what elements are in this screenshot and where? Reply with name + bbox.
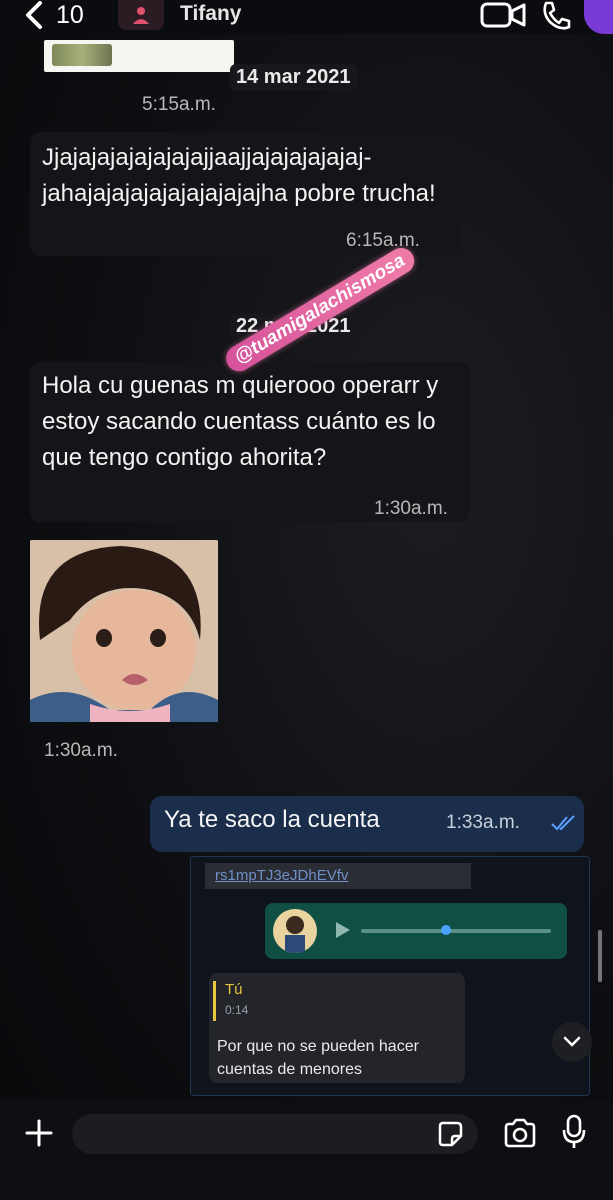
message-text: Ya te saco la cuenta <box>164 806 380 833</box>
chat-header: 10 Tifany <box>0 0 613 34</box>
message-time: 1:30a.m. <box>374 498 448 519</box>
quote-author: Tú <box>225 981 243 998</box>
plus-icon[interactable] <box>24 1118 54 1148</box>
scrollbar-thumb[interactable] <box>598 930 602 982</box>
chevron-down-icon <box>563 1036 581 1047</box>
voice-note-avatar <box>273 909 317 953</box>
audio-progress-dot <box>441 925 451 935</box>
embedded-screenshot[interactable]: rs1mpTJ3eJDhEVfv Tú 0:14 Por que no se p… <box>190 856 590 1096</box>
message-time: 6:15a.m. <box>346 230 420 251</box>
play-icon <box>336 922 350 938</box>
overlay-decoration <box>584 0 613 34</box>
message-time: 5:15a.m. <box>142 94 216 115</box>
voice-note <box>265 903 567 959</box>
quoted-message: Tú 0:14 Por que no se pueden hacer cuent… <box>209 973 465 1083</box>
phone-call-icon[interactable] <box>540 0 572 32</box>
incoming-message-bubble[interactable]: Hola cu guenas m quierooo operarr y esto… <box>30 362 470 522</box>
money-sticker <box>52 44 112 66</box>
sticker-image[interactable] <box>44 40 234 72</box>
crying-child-image <box>30 540 218 722</box>
microphone-icon[interactable] <box>562 1114 586 1150</box>
message-time: 1:33a.m. <box>446 812 520 833</box>
back-button[interactable]: 10 <box>22 0 84 30</box>
unread-count: 10 <box>56 0 84 29</box>
date-separator: 14 mar 2021 <box>230 64 357 91</box>
video-call-icon[interactable] <box>480 0 526 30</box>
chevron-left-icon <box>26 1 42 29</box>
contact-avatar[interactable] <box>118 0 164 30</box>
quote-text: Por que no se pueden hacer cuentas de me… <box>217 1038 419 1078</box>
camera-icon[interactable] <box>503 1118 537 1148</box>
message-text: Jjajajajajajajajajjaajjajajajajajaj-jaha… <box>42 144 436 207</box>
image-message[interactable] <box>30 540 218 722</box>
sticker-icon[interactable] <box>436 1120 464 1148</box>
embedded-link: rs1mpTJ3eJDhEVfv <box>205 863 471 889</box>
incoming-message-bubble[interactable]: Jjajajajajajajajajjaajjajajajajajaj-jaha… <box>30 132 460 256</box>
message-text: Hola cu guenas m quierooo operarr y esto… <box>42 372 439 471</box>
contact-name[interactable]: Tifany <box>180 2 241 26</box>
composer-bar <box>0 1100 613 1200</box>
outgoing-message-bubble[interactable]: Ya te saco la cuenta 1:33a.m. <box>150 796 584 852</box>
scroll-down-button[interactable] <box>552 1022 592 1062</box>
message-time: 1:30a.m. <box>44 740 118 761</box>
watermark-tag: @tuamigalachismosa <box>221 243 419 377</box>
quote-duration: 0:14 <box>225 1003 249 1017</box>
read-receipt-icon <box>551 815 575 831</box>
quote-bar <box>213 981 216 1021</box>
audio-waveform <box>361 929 551 933</box>
person-icon <box>133 7 149 24</box>
message-input[interactable] <box>72 1114 478 1154</box>
